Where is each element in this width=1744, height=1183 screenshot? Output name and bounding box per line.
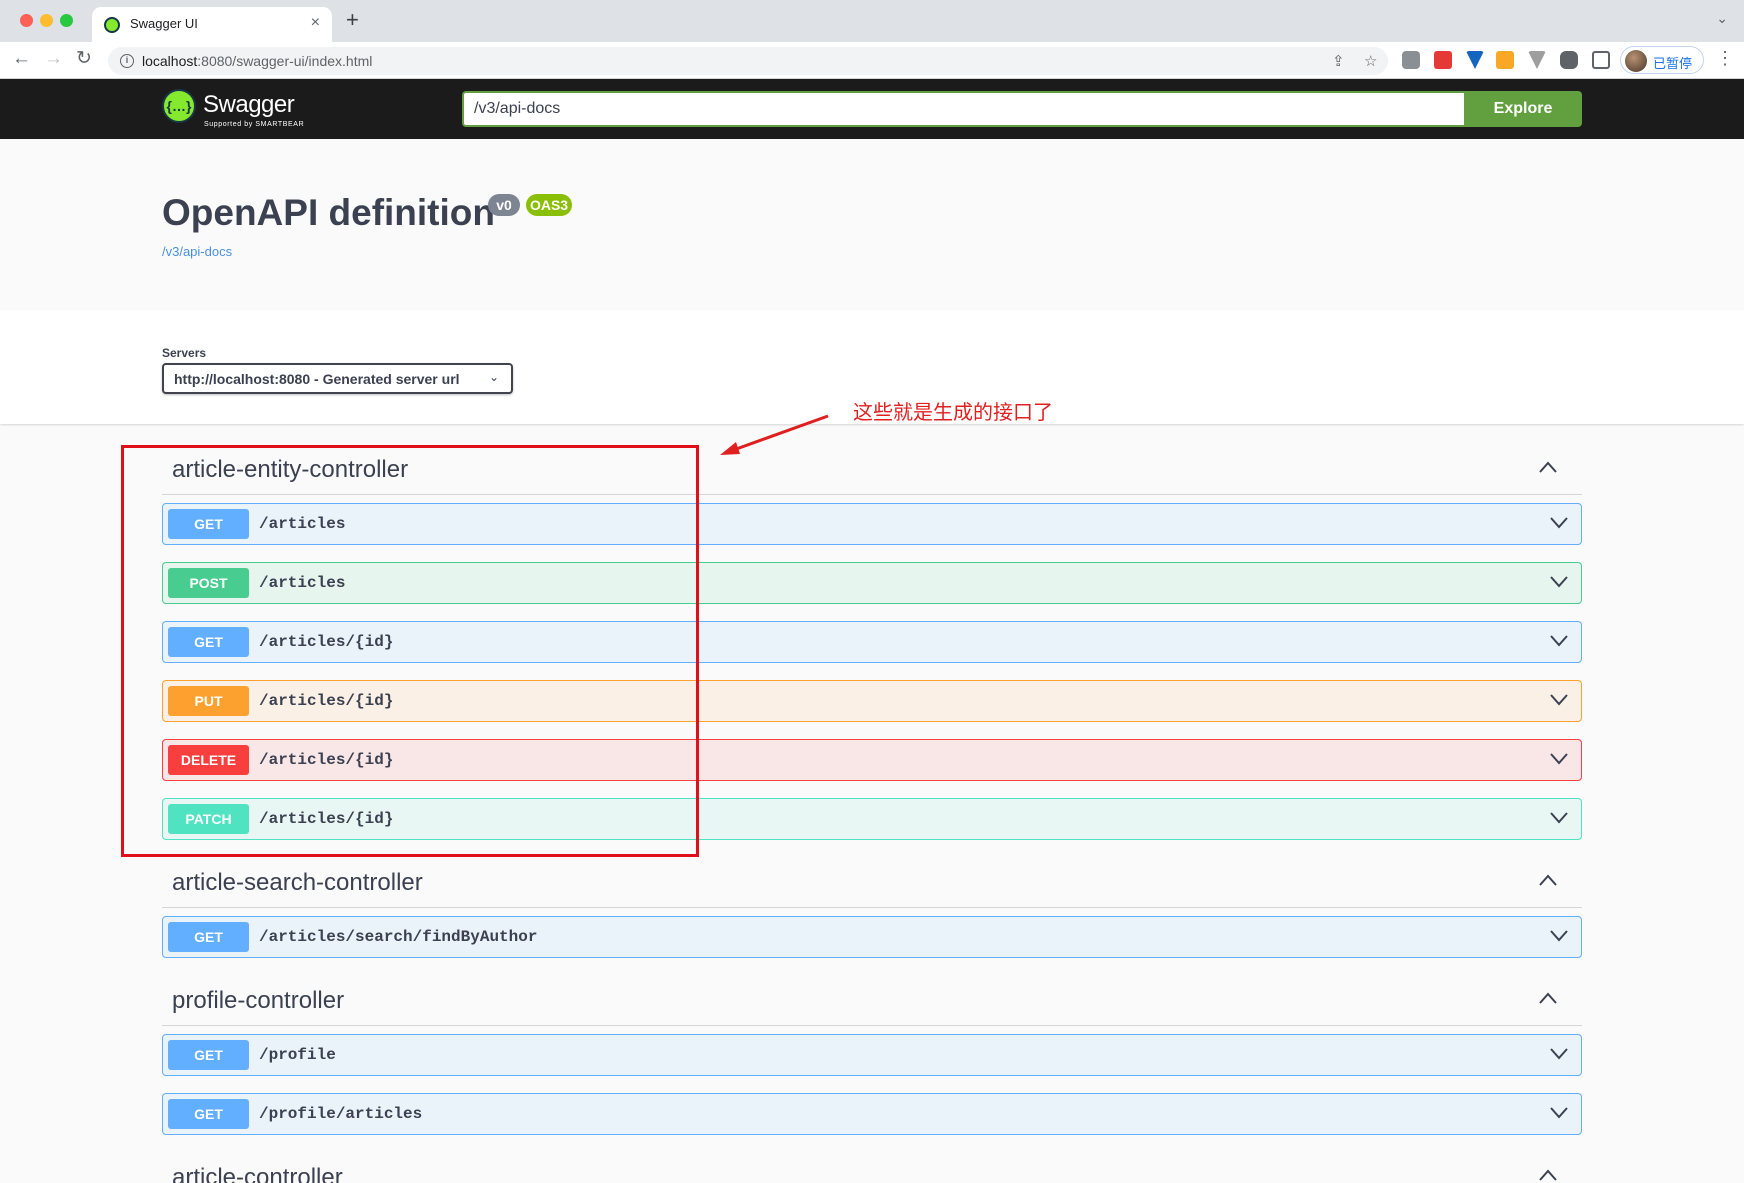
tag-header-article-controller[interactable]: article-controller — [162, 1154, 1582, 1183]
tag-title: article-controller — [172, 1164, 343, 1183]
swagger-logo-subtext: Supported by SMARTBEAR — [204, 121, 305, 128]
tab-title: Swagger UI — [130, 16, 198, 31]
browser-menu-icon[interactable]: ⋮ — [1716, 48, 1734, 69]
operation-get-articles[interactable]: GET /articles — [162, 503, 1582, 545]
vue-extension-icon[interactable] — [1466, 51, 1484, 69]
chevron-down-icon[interactable] — [1549, 929, 1569, 943]
swagger-logo-text[interactable]: Swagger — [203, 91, 295, 119]
address-url[interactable]: localhost:8080/swagger-ui/index.html — [142, 53, 372, 69]
operation-path: /articles/{id} — [259, 633, 394, 651]
method-badge: GET — [168, 1099, 249, 1129]
tab-close-icon[interactable]: × — [311, 14, 320, 32]
browser-toolbar: ← → ↻ i localhost:8080/swagger-ui/index.… — [0, 42, 1744, 79]
operation-get-find-by-author[interactable]: GET /articles/search/findByAuthor — [162, 916, 1582, 958]
operation-path: /articles/{id} — [259, 692, 394, 710]
url-host: localhost — [142, 53, 198, 69]
operation-path: /articles — [259, 515, 346, 533]
back-icon[interactable]: ← — [12, 47, 31, 71]
explore-button[interactable]: Explore — [1464, 91, 1582, 127]
tag-title: profile-controller — [172, 987, 345, 1014]
operation-get-article-by-id[interactable]: GET /articles/{id} — [162, 621, 1582, 663]
operation-get-profile[interactable]: GET /profile — [162, 1034, 1582, 1076]
servers-label: Servers — [162, 346, 207, 360]
maximize-window-button[interactable] — [60, 14, 73, 27]
method-badge: DELETE — [168, 745, 249, 775]
oas-badge: OAS3 — [526, 194, 572, 216]
annotation-text: 这些就是生成的接口了 — [853, 402, 1053, 424]
tag-title: article-entity-controller — [172, 456, 409, 483]
download-extension-icon[interactable] — [1496, 51, 1514, 69]
servers-select[interactable]: http://localhost:8080 - Generated server… — [162, 363, 513, 394]
spec-url-input[interactable] — [462, 91, 1464, 127]
chevron-down-icon[interactable] — [1549, 575, 1569, 589]
swagger-favicon-icon — [104, 17, 120, 33]
operation-post-articles[interactable]: POST /articles — [162, 562, 1582, 604]
chevron-down-icon[interactable] — [1549, 811, 1569, 825]
browser-tab[interactable]: Swagger UI × — [92, 7, 332, 42]
spec-link[interactable]: /v3/api-docs — [162, 244, 232, 259]
method-badge: PUT — [168, 686, 249, 716]
method-badge: GET — [168, 1040, 249, 1070]
screenshot-extension-icon[interactable] — [1402, 51, 1420, 69]
side-panel-icon[interactable] — [1592, 51, 1610, 69]
chevron-down-icon[interactable] — [1549, 516, 1569, 530]
operation-path: /articles/{id} — [259, 751, 394, 769]
url-path: :8080/swagger-ui/index.html — [197, 53, 373, 69]
operation-path: /profile — [259, 1046, 336, 1064]
profile-status-label: 已暂停 — [1653, 56, 1693, 71]
swagger-logo-icon[interactable]: {…} — [162, 89, 196, 123]
red-extension-icon[interactable] — [1434, 51, 1452, 69]
share-icon[interactable]: ⇪ — [1332, 52, 1345, 70]
bookmark-star-icon[interactable]: ☆ — [1364, 52, 1377, 70]
operation-path: /articles — [259, 574, 346, 592]
site-info-icon[interactable]: i — [120, 54, 134, 68]
grey-extension-icon[interactable] — [1528, 51, 1546, 69]
method-badge: GET — [168, 627, 249, 657]
method-badge: PATCH — [168, 804, 249, 834]
tag-header-profile-controller[interactable]: profile-controller — [162, 977, 1582, 1026]
tab-search-icon[interactable]: ⌄ — [1716, 10, 1728, 27]
reload-icon[interactable]: ↻ — [76, 47, 92, 71]
tag-title: article-search-controller — [172, 869, 423, 896]
chevron-down-icon[interactable] — [1549, 1047, 1569, 1061]
operation-patch-article-by-id[interactable]: PATCH /articles/{id} — [162, 798, 1582, 840]
new-tab-button[interactable]: + — [346, 9, 359, 31]
version-badge: v0 — [488, 194, 520, 216]
chevron-down-icon[interactable] — [1549, 1106, 1569, 1120]
chevron-up-icon[interactable] — [1538, 873, 1558, 887]
tag-header-article-search-controller[interactable]: article-search-controller — [162, 859, 1582, 908]
chevron-up-icon[interactable] — [1538, 1168, 1558, 1182]
extensions-puzzle-icon[interactable] — [1560, 51, 1578, 69]
servers-selected-value: http://localhost:8080 - Generated server… — [174, 371, 460, 387]
chevron-down-icon[interactable] — [1549, 634, 1569, 648]
tag-header-article-entity-controller[interactable]: article-entity-controller — [162, 446, 1582, 495]
chevron-down-icon: ⌄ — [488, 370, 499, 384]
page-title: OpenAPI definition — [162, 192, 495, 233]
operation-put-article-by-id[interactable]: PUT /articles/{id} — [162, 680, 1582, 722]
operation-path: /articles/search/findByAuthor — [259, 928, 538, 946]
address-bar[interactable]: i localhost:8080/swagger-ui/index.html ⇪… — [108, 47, 1388, 75]
forward-icon[interactable]: → — [44, 47, 63, 71]
method-badge: POST — [168, 568, 249, 598]
operation-get-profile-articles[interactable]: GET /profile/articles — [162, 1093, 1582, 1135]
minimize-window-button[interactable] — [40, 14, 53, 27]
method-badge: GET — [168, 922, 249, 952]
operation-path: /profile/articles — [259, 1105, 423, 1123]
close-window-button[interactable] — [20, 14, 33, 27]
browser-tab-bar: Swagger UI × + ⌄ — [0, 0, 1744, 42]
operation-path: /articles/{id} — [259, 810, 394, 828]
operation-delete-article-by-id[interactable]: DELETE /articles/{id} — [162, 739, 1582, 781]
chevron-down-icon[interactable] — [1549, 752, 1569, 766]
chevron-up-icon[interactable] — [1538, 991, 1558, 1005]
swagger-topbar: {…} Swagger Supported by SMARTBEAR Explo… — [0, 79, 1744, 139]
profile-button[interactable]: 已暂停 — [1620, 46, 1704, 74]
avatar — [1625, 50, 1647, 72]
chevron-down-icon[interactable] — [1549, 693, 1569, 707]
chevron-up-icon[interactable] — [1538, 460, 1558, 474]
method-badge: GET — [168, 509, 249, 539]
